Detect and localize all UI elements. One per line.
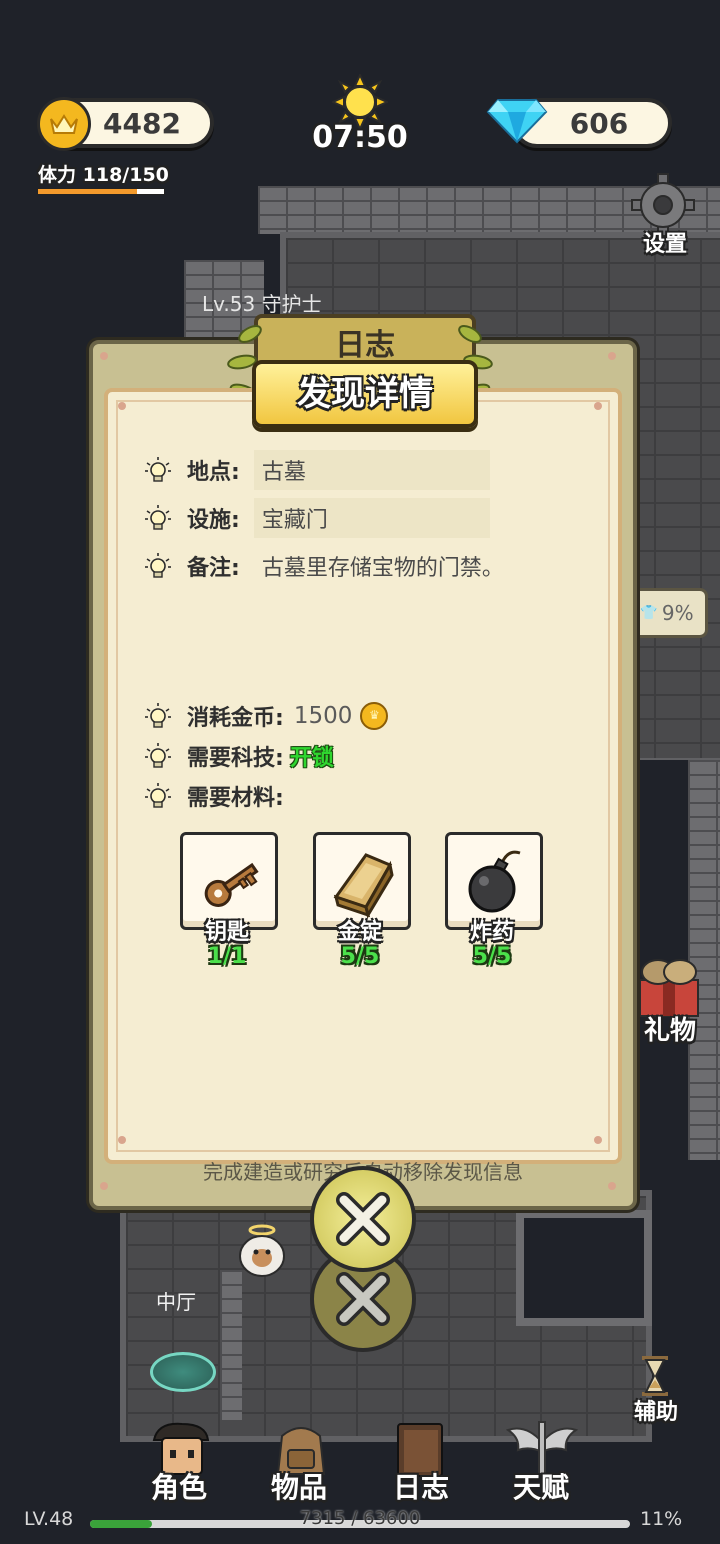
tech-value[interactable]: 开锁 bbox=[290, 740, 334, 772]
hourglass-icon[interactable] bbox=[638, 1354, 672, 1398]
cost-label: 消耗金币: bbox=[187, 706, 284, 731]
stamina-bar bbox=[37, 188, 165, 195]
gift-box-icon[interactable] bbox=[634, 956, 704, 1018]
xp-percent: 11% bbox=[640, 1508, 683, 1530]
game-clock: 07:50 bbox=[312, 120, 408, 155]
teleport-portal[interactable] bbox=[150, 1352, 216, 1392]
lightbulb-icon bbox=[145, 553, 171, 578]
tab-items[interactable]: 物品 bbox=[244, 1466, 354, 1506]
gem-amount: 606 bbox=[569, 106, 629, 140]
dungeon-pit bbox=[516, 1210, 652, 1326]
gold-amount: 4482 bbox=[103, 106, 181, 140]
gold-coin-icon: ♛ bbox=[360, 702, 389, 730]
location-label: 地点: bbox=[187, 460, 240, 485]
modal-title: 发现详情 bbox=[297, 374, 433, 414]
facility-label: 设施: bbox=[187, 508, 240, 533]
material-name: 钥匙 bbox=[204, 920, 249, 945]
material-count: 5/5 bbox=[472, 944, 512, 969]
progress-badge[interactable]: 👕 9% bbox=[626, 588, 708, 638]
lightbulb-icon bbox=[145, 457, 171, 482]
stamina-label: 体力 bbox=[38, 164, 77, 186]
facility-value: 宝藏门 bbox=[253, 498, 490, 538]
tab-journal[interactable]: 日志 bbox=[366, 1466, 476, 1506]
location-value: 古墓 bbox=[253, 450, 490, 490]
tech-label: 需要科技: bbox=[187, 746, 284, 771]
tab-character[interactable]: 角色 bbox=[124, 1466, 234, 1506]
corner-rivet bbox=[594, 1136, 602, 1144]
lightbulb-icon bbox=[145, 783, 171, 808]
note-label: 备注: bbox=[187, 556, 240, 581]
stamina-value: 118/150 bbox=[82, 164, 169, 186]
npc-level-label: Lv.53 守护士 bbox=[202, 292, 322, 316]
close-button[interactable] bbox=[310, 1166, 416, 1272]
material-count: 1/1 bbox=[207, 944, 247, 969]
stamina-bar-fill bbox=[38, 189, 138, 194]
facility-row: 设施: 宝藏门 bbox=[145, 498, 490, 538]
location-row: 地点: 古墓 bbox=[145, 450, 490, 490]
tech-row: 需要科技: 开锁 bbox=[145, 740, 334, 772]
diamond-icon bbox=[486, 96, 548, 144]
note-row: 备注: 古墓里存储宝物的门禁。 bbox=[145, 546, 570, 586]
ghost-character-icon[interactable] bbox=[236, 1222, 288, 1278]
corner-rivet bbox=[100, 352, 108, 360]
player-level: LV.48 bbox=[24, 1508, 74, 1530]
dungeon-wall-pillar bbox=[220, 1270, 242, 1420]
lightbulb-icon bbox=[145, 703, 171, 728]
gift-label[interactable]: 礼物 bbox=[634, 1010, 706, 1047]
materials-label: 需要材料: bbox=[187, 786, 284, 811]
corner-rivet bbox=[594, 402, 602, 410]
close-icon bbox=[336, 1192, 390, 1246]
note-value: 古墓里存储宝物的门禁。 bbox=[261, 556, 504, 581]
room-label: 中厅 bbox=[156, 1290, 196, 1314]
lightbulb-icon bbox=[145, 505, 171, 530]
corner-rivet bbox=[608, 352, 616, 360]
material-name: 金锭 bbox=[337, 920, 382, 945]
cost-value: 1500 bbox=[293, 703, 353, 729]
progress-badge-value: 9% bbox=[661, 601, 694, 625]
tab-talents[interactable]: 天赋 bbox=[486, 1466, 596, 1506]
gold-coin-icon bbox=[37, 97, 91, 151]
settings-label[interactable]: 设置 bbox=[630, 226, 700, 258]
shirt-icon: 👕 bbox=[640, 605, 658, 621]
assist-label[interactable]: 辅助 bbox=[626, 1394, 686, 1426]
xp-value: 7315 / 63600 bbox=[299, 1508, 421, 1529]
cost-row: 消耗金币: 1500 ♛ bbox=[145, 700, 389, 732]
material-count: 5/5 bbox=[340, 944, 380, 969]
corner-rivet bbox=[118, 402, 126, 410]
lightbulb-icon bbox=[145, 743, 171, 768]
title-banner: 发现详情 bbox=[252, 360, 478, 428]
corner-rivet bbox=[118, 1136, 126, 1144]
stamina-text: 体力 118/150 bbox=[38, 160, 169, 187]
material-name: 炸药 bbox=[469, 920, 514, 945]
materials-row: 需要材料: bbox=[145, 780, 284, 812]
